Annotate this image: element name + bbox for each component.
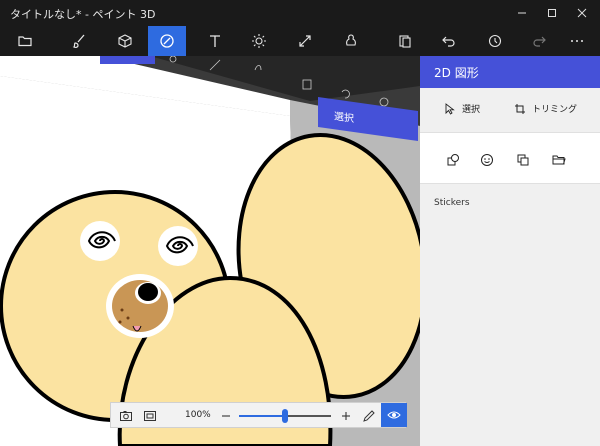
main-toolbar [0, 26, 600, 56]
redo-icon [533, 36, 546, 47]
face-sticker-button[interactable] [478, 151, 496, 169]
sticker-categories [420, 132, 600, 184]
close-button[interactable] [568, 3, 596, 23]
panel-header: 2D 図形 [420, 56, 600, 88]
folder-open-button[interactable] [550, 151, 568, 169]
library-icon [346, 34, 356, 46]
view-3d-button[interactable] [381, 403, 407, 427]
cube-icon [118, 34, 132, 48]
history-icon [488, 34, 502, 48]
panel-actions: 選択 トリミング [420, 88, 600, 132]
face-sticker-icon [481, 154, 493, 166]
panel-title: 2D 図形 [434, 66, 479, 80]
tool-menu[interactable] [4, 26, 46, 56]
tool-canvas[interactable] [284, 26, 326, 56]
right-eye [158, 226, 198, 266]
tool-paste[interactable] [384, 26, 426, 56]
eye-icon [387, 411, 401, 419]
maximize-button[interactable] [538, 3, 566, 23]
tool-redo[interactable] [518, 26, 560, 56]
tool-history[interactable] [474, 26, 516, 56]
shapes-sticker-icon [447, 154, 459, 166]
select-label: 選択 [462, 105, 481, 115]
snout [106, 274, 174, 338]
close-icon [577, 8, 587, 18]
resize-icon [299, 35, 311, 47]
folder-icon [18, 36, 32, 47]
minimize-button[interactable] [508, 3, 536, 23]
stickers-section-label: Stickers [434, 198, 470, 208]
maximize-icon [548, 9, 556, 17]
shapes-panel: 2D 図形 選択 トリミング Stickers [420, 56, 600, 446]
tool-more[interactable] [556, 26, 598, 56]
zoom-slider-fill [239, 415, 285, 417]
zoom-level: 100% [185, 410, 211, 420]
screenshot-button[interactable] [117, 408, 135, 424]
sun-icon [252, 34, 266, 48]
cursor-icon [445, 102, 455, 115]
more-icon [571, 40, 583, 42]
fit-to-screen-button[interactable] [141, 408, 159, 424]
texture-sticker-button[interactable] [514, 151, 532, 169]
tool-undo[interactable] [428, 26, 470, 56]
window-title: タイトルなし* - ペイント 3D [10, 8, 156, 21]
tool-3d-library[interactable] [330, 26, 372, 56]
brush-icon [72, 34, 85, 48]
tool-effects[interactable] [238, 26, 280, 56]
paste-icon [399, 35, 411, 48]
title-bar: タイトルなし* - ペイント 3D [0, 0, 600, 26]
mixed-reality-button[interactable] [361, 408, 377, 424]
folder-open-icon [552, 155, 566, 165]
tool-text[interactable] [194, 26, 236, 56]
zoom-slider-thumb[interactable] [282, 409, 288, 423]
zoom-out-button[interactable] [219, 408, 233, 424]
tool-2d-shapes[interactable] [148, 26, 186, 56]
zoom-slider[interactable] [239, 409, 331, 423]
camera-icon [120, 411, 132, 421]
tool-brushes[interactable] [58, 26, 100, 56]
texture-sticker-icon [517, 154, 529, 166]
select-button[interactable]: 選択 [444, 102, 480, 115]
view-controls: 100% [110, 402, 407, 428]
zoom-in-button[interactable] [339, 408, 353, 424]
crop-label: トリミング [532, 105, 578, 115]
pencil-icon [363, 410, 375, 422]
tool-3d-shapes[interactable] [104, 26, 146, 56]
crop-button[interactable]: トリミング [514, 102, 577, 115]
crop-icon [515, 103, 525, 114]
shape-icon [160, 34, 174, 48]
minus-icon [222, 415, 230, 417]
plus-icon [342, 412, 350, 420]
fit-icon [144, 411, 156, 421]
left-eye [80, 221, 120, 261]
undo-icon [442, 36, 455, 47]
minimize-icon [518, 12, 526, 14]
shapes-sticker-button[interactable] [444, 151, 462, 169]
text-icon [210, 35, 220, 47]
ghost-select-label: 選択 [334, 111, 354, 126]
